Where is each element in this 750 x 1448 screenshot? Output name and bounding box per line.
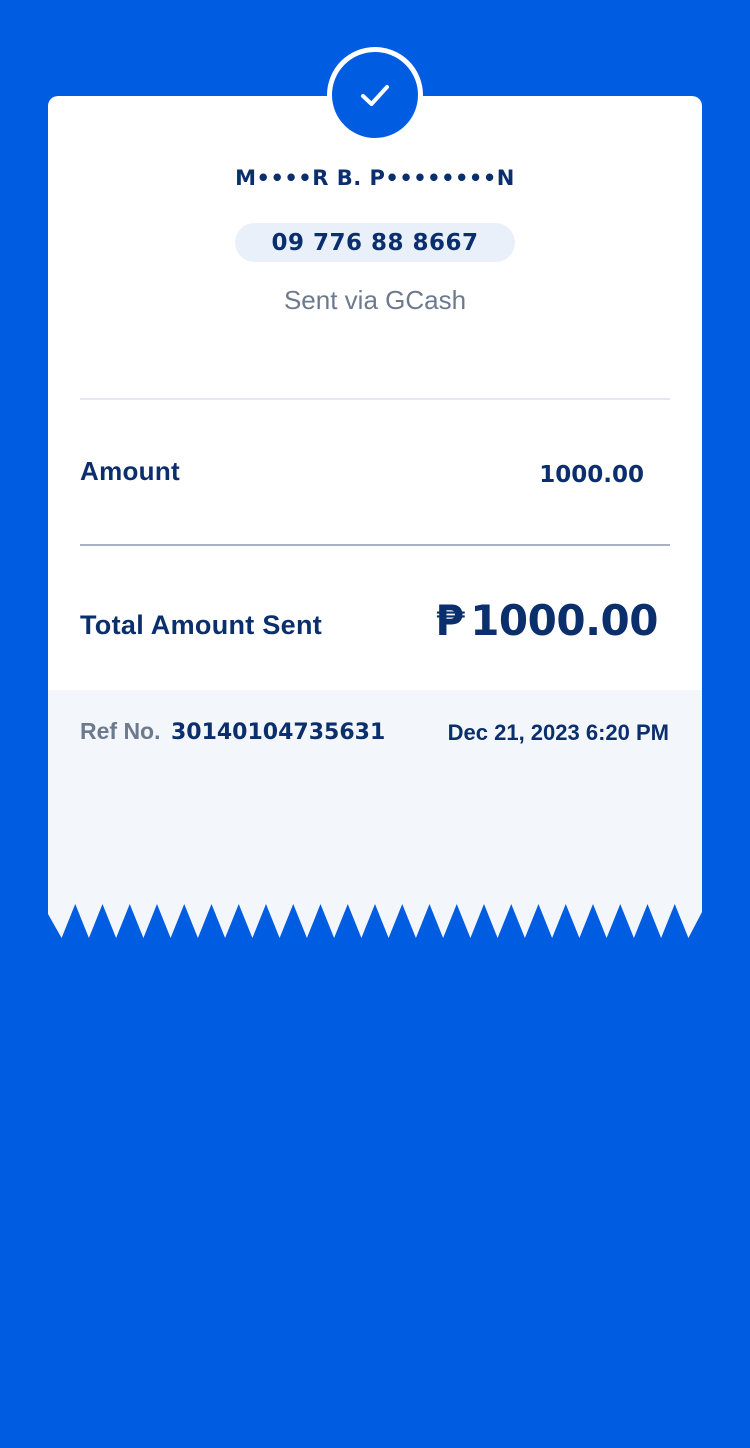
sent-via-label: Sent via GCash [283,285,467,315]
divider [80,544,670,546]
total-amount-label: Total Amount Sent [80,610,323,640]
success-checkmark-badge [327,47,423,143]
transaction-receipt-card: M••••R B. P••••••••N 09 776 88 8667 Sent… [48,96,702,938]
recipient-phone-badge: 09 776 88 8667 [235,223,515,262]
ref-label: Ref No. [80,718,161,744]
reference-number: Ref No. 30140104735631 [80,718,385,745]
ref-number-value: 30140104735631 [170,720,386,745]
recipient-phone-number: 09 776 88 8667 [271,229,479,256]
amount-value: 1000.00 [539,462,644,488]
torn-edge-decoration [48,904,702,938]
amount-label: Amount [80,456,180,486]
peso-sign: ₱ [435,596,465,645]
receipt-footer: Ref No. 30140104735631 Dec 21, 2023 6:20… [48,690,702,938]
checkmark-icon [361,85,389,106]
recipient-name: M••••R B. P••••••••N [235,166,515,190]
transaction-date-time: Dec 21, 2023 6:20 PM [447,720,669,745]
divider [80,398,670,400]
total-amount-number: 1000.00 [470,596,658,645]
total-amount-value: ₱ 1000.00 [435,596,658,645]
